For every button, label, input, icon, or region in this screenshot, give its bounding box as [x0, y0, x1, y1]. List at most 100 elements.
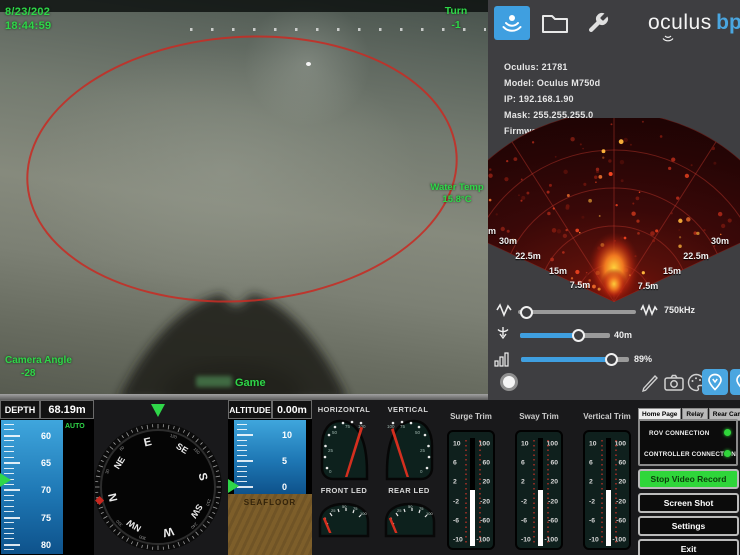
altitude-tick — [237, 460, 253, 462]
altitude-module: ALTITUDE 0.00m 0510 SEAFLOOR — [228, 400, 312, 555]
trim-gauge: 1062-2-6-101006020-20-60-100 — [583, 430, 631, 550]
gain-slider-knob[interactable] — [605, 353, 618, 366]
altitude-tick — [237, 455, 247, 456]
altitude-tick — [237, 440, 247, 441]
connection-status-box: ROV CONNECTION CONTROLLER CONNECTION — [638, 419, 738, 466]
osd-turn: Turn -1 — [434, 4, 478, 32]
range-label: 22.5m — [683, 251, 709, 261]
depth-tick — [4, 462, 20, 464]
osd-time: 18:44:59 — [5, 19, 51, 33]
altitude-tick — [237, 486, 253, 488]
altitude-tick-label: 10 — [282, 430, 292, 440]
trim-scale-left: -10 — [521, 537, 531, 544]
depth-tick — [4, 495, 14, 496]
osd-water-temp: Water Temp 15.8°C — [428, 182, 486, 206]
trim-scale-right: -20 — [480, 498, 490, 505]
altitude-tick — [237, 445, 247, 446]
frequency-slider-knob[interactable] — [520, 306, 533, 319]
pin-icon — [734, 372, 740, 392]
range-label: 7.5m — [638, 281, 659, 291]
redacted-text-blur — [196, 376, 232, 387]
rear-led-label: REAR LED — [384, 486, 434, 495]
trim-scale-left: 10 — [521, 441, 529, 448]
stop-video-record-button[interactable]: Stop Video Record — [638, 469, 739, 489]
gain-value: 89% — [634, 354, 652, 364]
sonar-panel: oculus bp Oculus: 21781 Model: Oculus M7… — [488, 0, 740, 400]
svg-text:25: 25 — [397, 508, 402, 513]
depth-tick-label: 80 — [41, 540, 51, 550]
logo-text: oculus — [648, 11, 712, 34]
depth-tick — [4, 511, 14, 512]
settings-button[interactable]: Settings — [638, 516, 739, 536]
range-slider-track[interactable] — [520, 333, 610, 338]
trim-gauge: 1062-2-6-101006020-20-60-100 — [447, 430, 495, 550]
trim-scale-left: -10 — [589, 537, 599, 544]
controller-connection-led — [724, 450, 731, 457]
trim-scale-left: 10 — [453, 441, 461, 448]
marker-button-2[interactable] — [730, 369, 740, 395]
marker-button-1[interactable] — [702, 369, 728, 395]
trim-scale-left: -2 — [453, 498, 459, 505]
vertical-label: VERTICAL — [382, 405, 434, 414]
depth-tick — [4, 457, 14, 458]
depth-tick — [4, 489, 20, 491]
altitude-tick-label: 0 — [282, 482, 287, 492]
info-model: Model: Oculus M750d — [504, 78, 600, 88]
settings-wrench-button[interactable] — [584, 8, 612, 38]
depth-pointer — [0, 473, 11, 487]
sonar-record-button[interactable] — [500, 373, 518, 391]
range-slider-knob[interactable] — [572, 329, 585, 342]
depth-tick — [4, 528, 14, 529]
rov-connection-label: ROV CONNECTION — [649, 430, 710, 437]
svg-text:75: 75 — [400, 424, 406, 429]
trim-bar-lower — [606, 490, 611, 546]
trim-scale-left: 2 — [589, 479, 593, 486]
depth-tick — [4, 522, 14, 523]
osd-turn-value: -1 — [434, 18, 478, 32]
sonar-fan-display: 7.5m7.5m15m15m22.5m22.5m30m30mm — [488, 118, 740, 310]
gain-icon — [493, 350, 511, 368]
depth-tick — [4, 500, 14, 501]
exit-button[interactable]: Exit — [638, 539, 739, 555]
range-label: 15m — [549, 266, 567, 276]
seafloor-indicator: SEAFLOOR — [228, 494, 312, 555]
altitude-value: 0.00m — [272, 400, 312, 419]
frequency-slider-track[interactable] — [518, 310, 636, 314]
camera-icon[interactable] — [664, 374, 684, 391]
depth-tick — [4, 424, 14, 425]
svg-text:50: 50 — [332, 430, 338, 435]
trim-scale-left: -10 — [453, 537, 463, 544]
seafloor-label: SEAFLOOR — [228, 498, 312, 507]
trim-scale-left: 2 — [453, 479, 457, 486]
trim-scale-left: 2 — [521, 479, 525, 486]
osd-datetime: 8/23/202 18:44:59 — [5, 5, 51, 33]
trim-scale-left: -6 — [521, 517, 527, 524]
open-file-button[interactable] — [538, 8, 572, 38]
info-serial: Oculus: 21781 — [504, 62, 600, 72]
trim-minor-ticks — [533, 440, 535, 544]
depth-tick — [4, 451, 14, 452]
sonar-mode-button[interactable] — [494, 6, 530, 40]
svg-text:100: 100 — [426, 511, 433, 516]
trim-minor-ticks — [479, 440, 481, 544]
logo-sonar-arcs — [661, 35, 675, 42]
altitude-tick — [237, 434, 253, 436]
trim-scale-left: -2 — [589, 498, 595, 505]
rov-connection-led — [724, 429, 731, 436]
pencil-icon[interactable] — [640, 371, 660, 393]
range-slider-fill — [520, 333, 578, 338]
oculus-logo: oculus bp — [648, 11, 740, 43]
svg-text:25: 25 — [420, 448, 426, 453]
trim-bar-upper — [470, 438, 475, 490]
trim-bar-upper — [606, 438, 611, 490]
screen-shot-button[interactable]: Screen Shot — [638, 493, 739, 513]
control-panel: Home PageRelayRear Camera ROV CONNECTION… — [637, 400, 740, 555]
trim-scale-right: -20 — [616, 498, 626, 505]
trim-bar-lower — [538, 490, 543, 546]
wrench-icon — [586, 11, 610, 35]
altitude-title: ALTITUDE — [228, 400, 272, 419]
info-ip: IP: 192.168.1.90 — [504, 94, 600, 104]
altitude-tick — [237, 424, 247, 425]
front-led-gauge: 0 25 50 75 100 — [316, 500, 372, 540]
trim-scale-right: 20 — [482, 479, 490, 486]
